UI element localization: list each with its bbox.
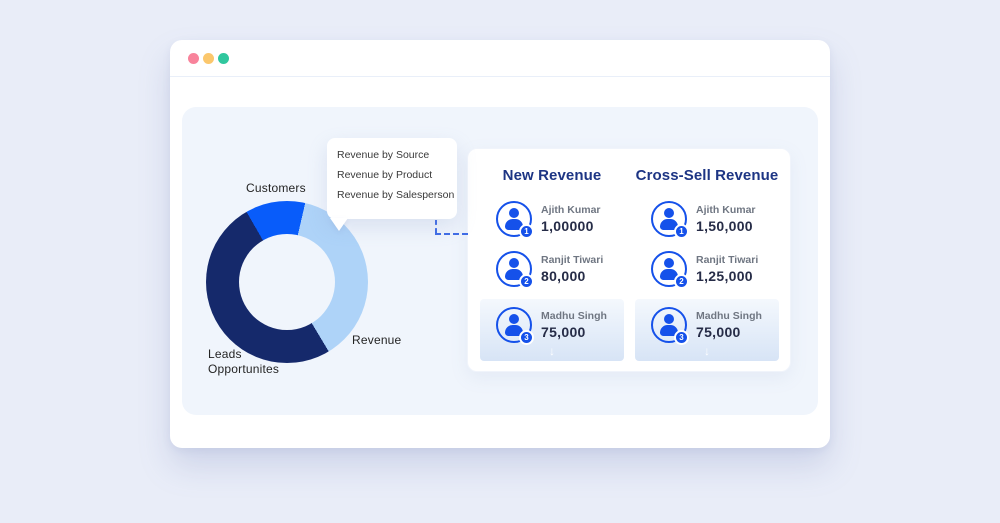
salesperson-name: Ajith Kumar — [696, 204, 756, 216]
arrow-down-icon: ↓ — [549, 344, 555, 358]
revenue-value: 1,50,000 — [696, 218, 753, 234]
donut-label-leads-opportunities: Leads Opportunites — [208, 347, 279, 377]
revenue-value: 75,000 — [696, 324, 741, 340]
rank-badge: 3 — [519, 330, 534, 345]
donut-label-revenue: Revenue — [352, 333, 402, 347]
salesperson-name: Madhu Singh — [541, 310, 607, 322]
rank-badge: 1 — [519, 224, 534, 239]
donut-label-leads-line2: Opportunites — [208, 362, 280, 376]
rank-badge: 3 — [674, 330, 689, 345]
list-item[interactable]: 1 Ajith Kumar 1,00000 — [480, 199, 624, 239]
list-item[interactable]: 3 Madhu Singh 75,000 — [635, 305, 779, 345]
arrow-down-icon: ↓ — [704, 344, 710, 358]
revenue-value: 1,25,000 — [696, 268, 753, 284]
minimize-window-dot[interactable] — [203, 52, 214, 64]
rank-badge: 2 — [519, 274, 534, 289]
rank-badge: 2 — [674, 274, 689, 289]
salesperson-name: Ajith Kumar — [541, 204, 601, 216]
avatar: 3 — [496, 307, 534, 345]
list-item[interactable]: 1 Ajith Kumar 1,50,000 — [635, 199, 779, 239]
salesperson-name: Madhu Singh — [696, 310, 762, 322]
donut-label-leads-line1: Leads — [208, 347, 242, 361]
rank-badge: 1 — [674, 224, 689, 239]
avatar: 2 — [651, 251, 689, 289]
column-title-cross-sell-revenue: Cross-Sell Revenue — [635, 167, 779, 184]
column-cross-sell-revenue: Cross-Sell Revenue 1 Ajith Kumar 1,50,00… — [635, 149, 779, 373]
browser-window: Customers Revenue Leads Opportunites Rev… — [170, 40, 830, 448]
window-titlebar — [170, 40, 830, 77]
revenue-value: 1,00000 — [541, 218, 594, 234]
maximize-window-dot[interactable] — [218, 52, 229, 64]
avatar: 3 — [651, 307, 689, 345]
dashed-connector-horizontal — [435, 233, 468, 235]
avatar: 1 — [496, 201, 534, 239]
list-item[interactable]: 3 Madhu Singh 75,000 — [480, 305, 624, 345]
highlighted-row-panel[interactable]: 3 Madhu Singh 75,000 ↓ — [635, 299, 779, 361]
list-item[interactable]: 2 Ranjit Tiwari 80,000 — [480, 249, 624, 289]
highlighted-row-panel[interactable]: 3 Madhu Singh 75,000 ↓ — [480, 299, 624, 361]
column-new-revenue: New Revenue 1 Ajith Kumar 1,00000 2 Ranj… — [480, 149, 624, 373]
revenue-breakdown-tooltip: Revenue by Source Revenue by Product Rev… — [327, 138, 457, 219]
revenue-leaderboard-card: New Revenue 1 Ajith Kumar 1,00000 2 Ranj… — [467, 148, 791, 372]
tooltip-pointer-tail — [330, 218, 348, 231]
menu-item-revenue-by-product[interactable]: Revenue by Product — [337, 169, 449, 181]
avatar: 2 — [496, 251, 534, 289]
dashed-connector-vertical — [435, 220, 437, 233]
revenue-value: 75,000 — [541, 324, 586, 340]
menu-item-revenue-by-source[interactable]: Revenue by Source — [337, 149, 449, 161]
revenue-value: 80,000 — [541, 268, 586, 284]
list-item[interactable]: 2 Ranjit Tiwari 1,25,000 — [635, 249, 779, 289]
dashboard-panel: Customers Revenue Leads Opportunites Rev… — [182, 107, 818, 415]
avatar: 1 — [651, 201, 689, 239]
donut-hole — [239, 234, 335, 330]
salesperson-name: Ranjit Tiwari — [541, 254, 604, 266]
salesperson-name: Ranjit Tiwari — [696, 254, 759, 266]
column-title-new-revenue: New Revenue — [502, 167, 602, 184]
donut-label-customers: Customers — [246, 181, 306, 195]
menu-item-revenue-by-salesperson[interactable]: Revenue by Salesperson — [337, 189, 454, 201]
close-window-dot[interactable] — [188, 52, 199, 64]
